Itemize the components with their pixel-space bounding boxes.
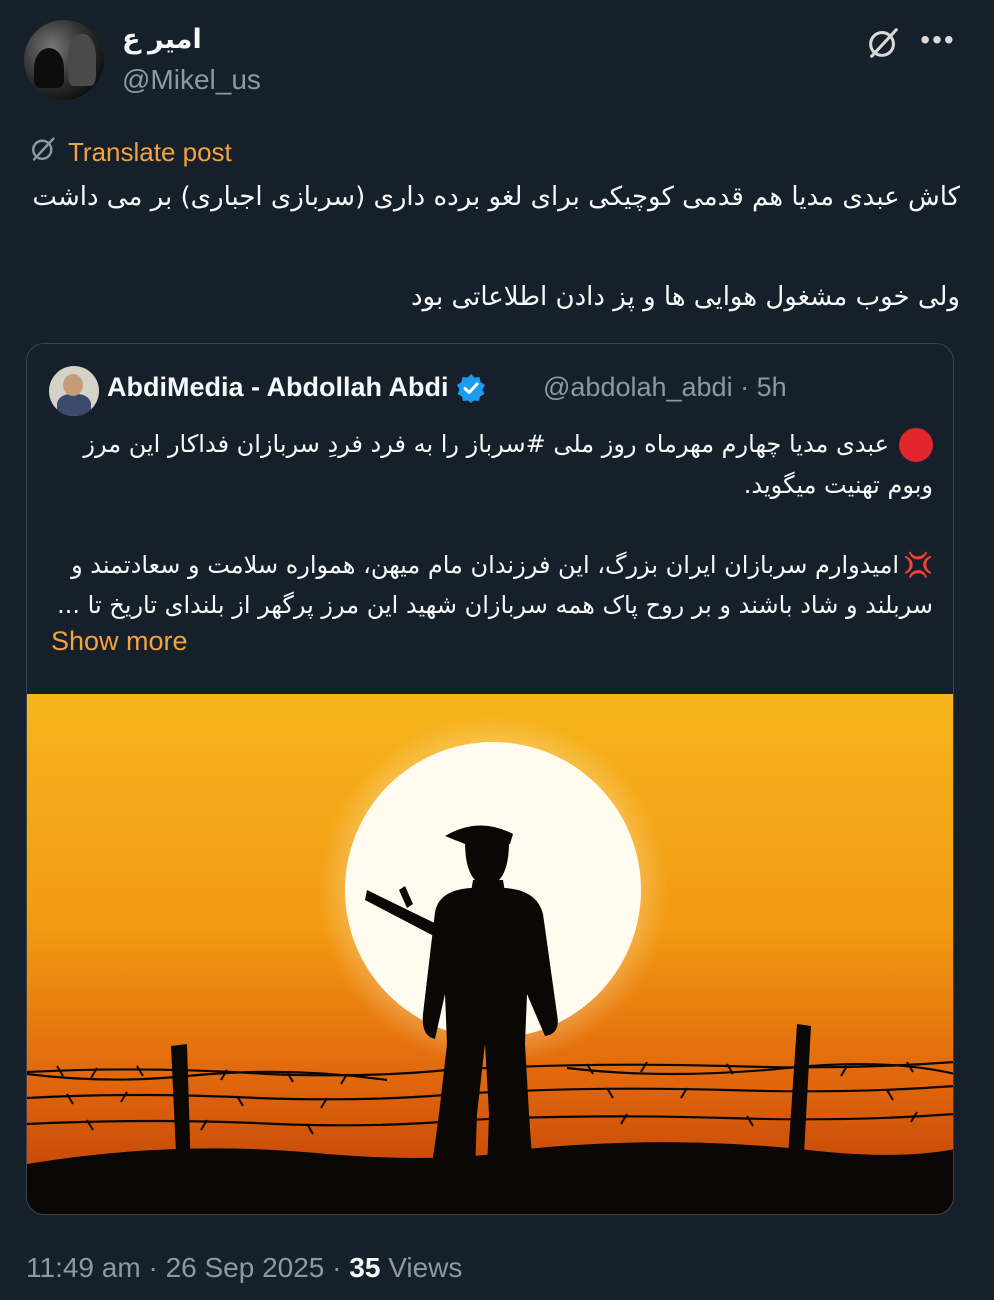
footer-sep-1: · [140,1252,166,1283]
quoted-author-avatar[interactable] [49,366,99,416]
translate-icon [28,134,58,171]
quoted-line-3-text: امیدوارم سربازان ایران بزرگ، این فرزندان… [71,551,900,579]
quoted-text-line-4: سربلند و شاد باشند و بر روح پاک همه سربا… [57,591,933,619]
post-text-line-1: کاش عبدی مدیا هم قدمی کوچیکی برای لغو بر… [32,182,960,212]
quoted-author-handle: @abdolah_abdi [543,372,733,402]
quoted-line-1-text: عبدی مدیا چهارم مهرماه روز ملی #سرباز را… [83,430,889,458]
red-circle-icon [899,428,933,462]
show-more-link[interactable]: Show more [51,626,188,657]
quoted-author-name-row[interactable]: AbdiMedia - Abdollah Abdi [107,372,486,403]
post-date[interactable]: 26 Sep 2025 [166,1252,325,1283]
translate-post-button[interactable]: Translate post [28,134,232,170]
soldier-sunset-image[interactable] [27,694,954,1215]
grok-icon[interactable] [864,24,902,62]
author-name[interactable]: امیر ع [122,24,202,55]
post-text-line-2: ولی خوب مشغول هوایی ها و پز دادن اطلاعات… [410,282,960,312]
translate-label: Translate post [68,136,232,167]
more-icon[interactable]: ••• [918,20,958,60]
anger-icon: 💢 [903,551,933,579]
author-avatar[interactable] [24,20,104,100]
post-time[interactable]: 11:49 am [26,1252,141,1283]
views-count: 35 [349,1252,381,1283]
quoted-author-name: AbdiMedia - Abdollah Abdi [107,372,449,402]
quoted-text-line-1: عبدی مدیا چهارم مهرماه روز ملی #سرباز را… [51,424,933,464]
author-handle[interactable]: @Mikel_us [122,64,261,96]
quoted-text-line-2: وبوم تهنیت میگوید. [743,471,933,499]
quoted-meta: @abdolah_abdi · 5h [543,372,787,403]
views-label: Views [380,1252,463,1283]
quoted-text-line-3: 💢امیدوارم سربازان ایران بزرگ، این فرزندا… [51,545,933,585]
footer-sep-2: · [324,1252,350,1283]
meta-separator: · [740,372,750,402]
post-footer: 11:49 am · 26 Sep 2025 · 35 Views [26,1252,462,1284]
verified-icon [457,373,486,403]
quoted-post-card[interactable]: AbdiMedia - Abdollah Abdi @abdolah_abdi … [26,343,954,1215]
quoted-time[interactable]: 5h [757,372,787,402]
